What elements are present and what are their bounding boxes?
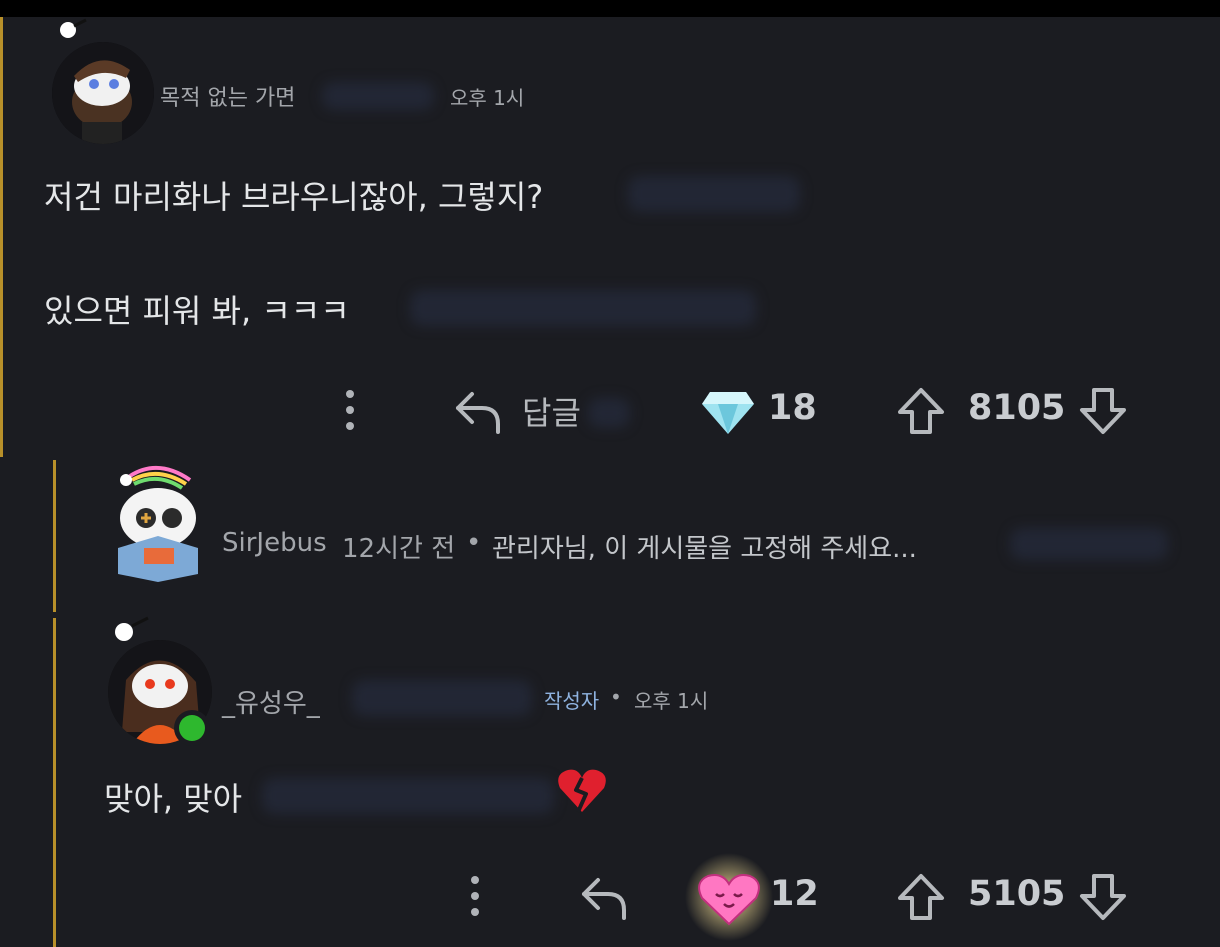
avatar-icon	[118, 465, 198, 582]
blurred-flair	[322, 82, 434, 110]
broken-heart-emoji	[556, 766, 608, 820]
comment-author[interactable]: _유성우_	[222, 683, 320, 720]
downvote-arrow-icon[interactable]	[1078, 386, 1128, 436]
vote-bar: 5105	[896, 870, 1136, 924]
comment-author[interactable]: 목적 없는 가면	[160, 80, 295, 112]
diamond-award-icon	[702, 392, 754, 434]
blurred-text	[262, 778, 554, 814]
separator-dot: •	[466, 528, 482, 558]
award-button[interactable]: 12	[684, 852, 824, 942]
comment-time: 오후 1시	[450, 86, 525, 110]
reply-button[interactable]	[578, 870, 638, 924]
vote-bar: 8105	[896, 384, 1136, 438]
upvote-arrow-icon[interactable]	[896, 872, 946, 922]
blurred-text	[628, 176, 800, 212]
vote-score: 5105	[968, 874, 1066, 914]
user-avatar[interactable]	[52, 42, 154, 144]
snoo-antenna-icon	[58, 18, 88, 52]
user-avatar[interactable]	[110, 462, 206, 582]
more-options-button[interactable]	[461, 872, 489, 920]
blurred-flair	[352, 680, 532, 716]
snoo-antenna-icon	[112, 614, 152, 654]
online-status-icon	[172, 708, 212, 752]
blurred-text	[1010, 528, 1168, 560]
reply-arrow-icon	[456, 392, 500, 434]
reply-button[interactable]: 답글	[452, 384, 592, 438]
thread-line[interactable]	[53, 460, 56, 612]
comment-text-line-1: 맞아, 맞아	[104, 780, 243, 818]
comment-time: 오후 1시	[634, 689, 709, 713]
reply-arrow-icon	[582, 878, 626, 920]
thread-line[interactable]	[53, 618, 56, 947]
blurred-text	[410, 290, 756, 326]
comment-text-line-1: 저건 마리화나 브라우니잖아, 그렇지?	[44, 178, 544, 216]
more-options-button[interactable]	[336, 386, 364, 434]
award-count: 18	[768, 388, 817, 428]
vote-score: 8105	[968, 388, 1066, 428]
collapsed-comment-author[interactable]: SirJebus	[222, 528, 327, 558]
collapsed-comment-time: 12시간 전	[342, 534, 456, 564]
status-bar	[0, 0, 1220, 17]
blurred-text	[588, 398, 630, 428]
heart-award-icon	[685, 853, 773, 941]
comment-text-line-2: 있으면 피워 봐, ㅋㅋㅋ	[44, 292, 350, 330]
award-count: 12	[770, 874, 819, 914]
op-badge: 작성자	[544, 689, 600, 713]
award-button[interactable]: 18	[700, 384, 820, 438]
avatar-icon	[52, 42, 154, 144]
downvote-arrow-icon[interactable]	[1078, 872, 1128, 922]
separator-dot: •	[610, 685, 622, 709]
collapsed-comment-preview[interactable]: 관리자님, 이 게시물을 고정해 주세요...	[492, 528, 917, 565]
thread-line[interactable]	[0, 17, 3, 457]
upvote-arrow-icon[interactable]	[896, 386, 946, 436]
reply-label: 답글	[522, 394, 581, 432]
